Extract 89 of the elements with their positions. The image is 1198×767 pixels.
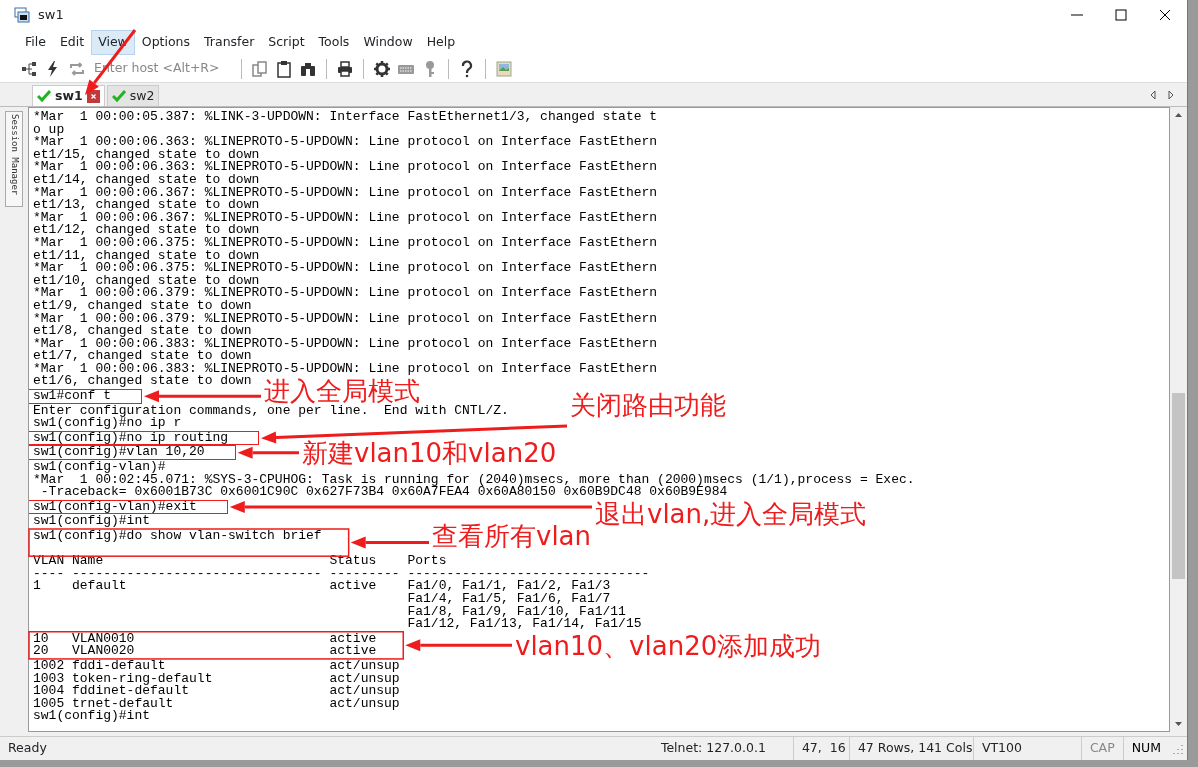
check-icon — [111, 90, 126, 102]
terminal-line: et1/6, changed state to down — [33, 375, 252, 389]
resize-grip-icon[interactable] — [1173, 743, 1183, 754]
terminal-line: 1005 trnet-default act/unsup — [33, 697, 400, 711]
session-manager-tab[interactable]: Session Manager — [5, 111, 23, 207]
terminal-line: 10 VLAN0010 active — [33, 632, 377, 646]
scrollbar-thumb[interactable] — [1172, 393, 1185, 579]
terminal-line: Fa1/4, Fa1/5, Fa1/6, Fa1/7 — [406, 592, 611, 606]
terminal-line: o up — [33, 123, 65, 137]
annotation-label: 新建vlan10和vlan20 — [302, 440, 557, 466]
terminal-line: -Traceback= 0x6001B73C 0x6001C90C 0x627F73B4 0x60A7FEA4 0x60A80150 0x60B9DC48 0x60B9E984 — [39, 486, 728, 499]
close-icon[interactable] — [1159, 9, 1171, 21]
session-tab[interactable]: sw1 — [32, 85, 105, 106]
connection-status: Telnet: 127.0.0.1 — [659, 739, 767, 758]
annotation-label: 查看所有vlan — [432, 523, 592, 549]
terminal-line: VLAN Name Status Ports — [33, 555, 447, 568]
terminal-line: 1 default active Fa1/0, Fa1/1, Fa1/2, Fa1/3 — [33, 580, 611, 593]
terminal-line: sw1(config)#vlan 10,20 — [29, 446, 235, 460]
terminal-line: *Mar 1 00:00:06.383: %LINEPROTO-5-UPDOWN: Line protocol on Interface FastEthern — [33, 362, 658, 376]
terminal-line: Fa1/12, Fa1/13, Fa1/14, Fa1/15 — [406, 618, 642, 631]
terminal-line: et1/12, changed state to down — [33, 224, 260, 237]
terminal-line: 20 VLAN0020 active — [33, 645, 377, 658]
terminal-line: *Mar 1 00:00:06.367: %LINEPROTO-5-UPDOWN: Line protocol on Interface FastEthern — [33, 211, 658, 225]
emulation-type: VT100 — [972, 737, 1081, 760]
reconnect-icon[interactable] — [68, 59, 86, 78]
app-icon — [14, 7, 30, 23]
copy-icon[interactable] — [251, 59, 269, 78]
cursor-position: 47, 16 — [792, 737, 849, 760]
terminal-line: *Mar 1 00:00:06.379: %LINEPROTO-5-UPDOWN: Line protocol on Interface FastEthern — [33, 287, 658, 300]
menu-item[interactable]: Script — [261, 30, 312, 55]
tab-scroll-icon[interactable] — [1149, 89, 1175, 100]
terminal-line: sw1(config-vlan)#exit — [29, 500, 227, 514]
terminal-size: 47 Rows, 141 Cols — [848, 737, 973, 760]
terminal-line: et1/14, changed state to down — [33, 173, 260, 187]
tab-label: sw1 — [55, 86, 83, 105]
terminal-line: 1003 token-ring-default act/unsup — [33, 672, 400, 686]
terminal-line: sw1(config)#int — [33, 515, 151, 528]
terminal-line: *Mar 1 00:00:06.383: %LINEPROTO-5-UPDOWN: Line protocol on Interface FastEthern — [33, 337, 658, 351]
menu-item[interactable]: Transfer — [197, 30, 262, 55]
terminal-line: et1/15, changed state to down — [33, 148, 260, 162]
terminal-line: et1/11, changed state to down — [33, 249, 260, 263]
terminal-line: et1/7, changed state to down — [33, 350, 252, 363]
status-message: Ready — [7, 739, 48, 758]
terminal-line: et1/13, changed state to down — [33, 199, 260, 212]
terminal-line: ---- -------------------------------- --------- ------------------------------- — [33, 567, 650, 581]
terminal-line: sw1#conf t — [29, 390, 141, 403]
menu-item[interactable]: Options — [134, 30, 198, 55]
terminal-line: sw1(config)#no ip r — [33, 417, 182, 430]
menu-item[interactable]: Tools — [311, 30, 357, 55]
terminal-line: et1/8, changed state to down — [33, 325, 252, 338]
terminal-line: 1002 fddi-default act/unsup — [33, 659, 400, 673]
menu-item[interactable]: File — [18, 30, 53, 55]
terminal-line: *Mar 1 00:00:06.367: %LINEPROTO-5-UPDOWN: Line protocol on Interface FastEthern — [33, 186, 658, 200]
terminal-line: et1/9, changed state to down — [33, 299, 252, 313]
arrow — [237, 446, 299, 459]
terminal-line: *Mar 1 00:02:45.071: %SYS-3-CPUHOG: Task is running for (2040)msecs, more than (2000)msecs (1/1),process = Exec. — [33, 473, 915, 487]
terminal-line: *Mar 1 00:00:05.387: %LINK-3-UPDOWN: Interface FastEthernet1/3, changed state t — [33, 111, 658, 124]
terminal-line: *Mar 1 00:00:06.363: %LINEPROTO-5-UPDOWN: Line protocol on Interface FastEthern — [33, 161, 658, 174]
terminal-line: *Mar 1 00:00:06.375: %LINEPROTO-5-UPDOWN: Line protocol on Interface FastEthern — [33, 262, 658, 275]
terminal-line: *Mar 1 00:00:06.375: %LINEPROTO-5-UPDOWN: Line protocol on Interface FastEthern — [33, 236, 658, 250]
settings-icon[interactable] — [373, 59, 391, 78]
annotation-label: vlan10、vlan20添加成功 — [515, 633, 822, 659]
annotation-label: 进入全局模式 — [264, 378, 420, 404]
session-tab[interactable]: sw2 — [106, 85, 160, 106]
key-indicator: CAP — [1080, 737, 1123, 760]
menu-item[interactable]: Help — [419, 30, 463, 55]
clipboard-icon[interactable] — [275, 59, 293, 78]
terminal-line: 1004 fddinet-default act/unsup — [33, 685, 400, 698]
picture-icon[interactable] — [495, 59, 513, 78]
check-icon — [37, 90, 51, 102]
tab-label: sw2 — [129, 86, 155, 105]
window-title: sw1 — [38, 6, 64, 25]
menu-item[interactable]: Window — [356, 30, 420, 55]
maximize-icon[interactable] — [1115, 9, 1127, 21]
session-tree-icon[interactable] — [20, 59, 38, 78]
terminal-line: sw1(config-vlan)# — [33, 461, 166, 474]
terminal-line: et1/10, changed state to down — [33, 274, 260, 288]
annotation-label: 关闭路由功能 — [570, 392, 726, 418]
annotation-label: 退出vlan,进入全局模式 — [595, 501, 867, 527]
terminal-line: Enter configuration commands, one per line. End with CNTL/Z. — [33, 404, 509, 418]
terminal-line: sw1(config)#int — [33, 710, 151, 723]
terminal-line: sw1(config)#no ip routing — [29, 431, 259, 445]
print-icon[interactable] — [336, 59, 354, 78]
terminal-line: sw1(config)#do show vlan-switch brief — [33, 530, 322, 543]
terminal-line: *Mar 1 00:00:06.379: %LINEPROTO-5-UPDOWN: Line protocol on Interface FastEthern — [33, 312, 658, 326]
key-indicator: NUM — [1122, 737, 1169, 760]
terminal-line: *Mar 1 00:00:06.363: %LINEPROTO-5-UPDOWN: Line protocol on Interface FastEthern — [33, 136, 658, 149]
terminal-line: Fa1/8, Fa1/9, Fa1/10, Fa1/11 — [406, 605, 626, 619]
menu-item[interactable]: Edit — [52, 30, 92, 55]
